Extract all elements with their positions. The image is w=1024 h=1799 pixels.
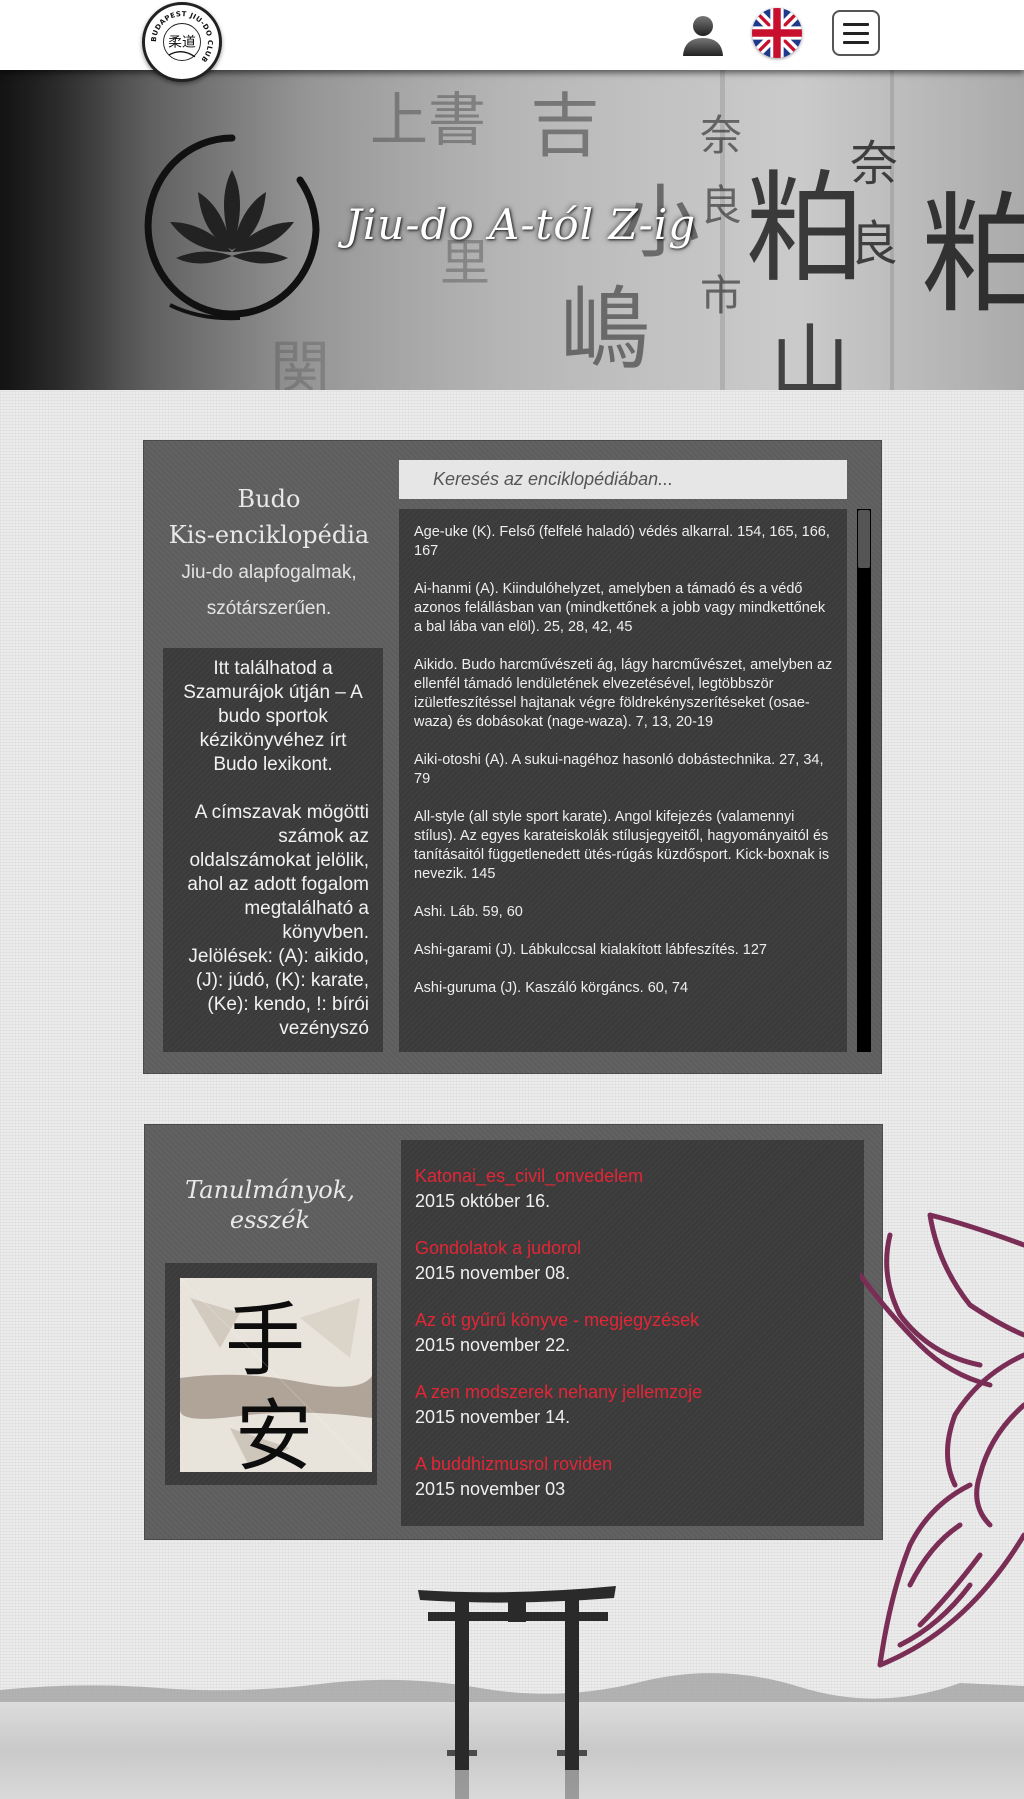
club-logo[interactable]: BUDAPEST JIU-DO CLUB 柔道 — [142, 2, 222, 82]
studies-title-line1: Tanulmányok, — [185, 1176, 355, 1204]
studies-list-item: Gondolatok a judorol 2015 november 08. — [415, 1236, 850, 1286]
encyclopedia-panel: Budo Kis-enciklopédia Jiu-do alapfogalma… — [143, 440, 882, 1074]
study-link[interactable]: A zen modszerek nehany jellemzoje — [415, 1380, 850, 1404]
study-date: 2015 november 08. — [415, 1263, 571, 1283]
encyclopedia-info-intro: Itt találhatod a Szamurájok útján – A bu… — [183, 658, 363, 775]
encyclopedia-entry: Age-uke (K). Felső (felfelé haladó) védé… — [414, 524, 830, 559]
studies-list-item: A zen modszerek nehany jellemzoje 2015 n… — [415, 1380, 850, 1430]
uk-flag-icon[interactable] — [752, 8, 802, 58]
encyclopedia-entry-list[interactable]: Age-uke (K). Felső (felfelé haladó) védé… — [399, 509, 847, 1052]
encyclopedia-title: Budo Kis-enciklopédia — [164, 481, 374, 553]
hamburger-menu-icon[interactable] — [832, 10, 880, 56]
encyclopedia-entry: Ai-hanmi (A). Kiindulóhelyzet, amelyben … — [414, 581, 826, 635]
studies-image-frame: 手 安 — [165, 1263, 377, 1485]
study-link[interactable]: A buddhizmusrol roviden — [415, 1452, 850, 1476]
study-date: 2015 október 16. — [415, 1191, 551, 1211]
encyclopedia-info-numbers: A címszavak mögötti számok az oldalszámo… — [187, 802, 369, 943]
hero-title: Jiu-do A-tól Z-ig — [345, 200, 697, 249]
svg-text:手: 手 — [225, 1294, 305, 1387]
user-icon[interactable] — [680, 12, 726, 58]
studies-title: Tanulmányok, esszék — [165, 1175, 375, 1235]
club-logo-emblem: BUDAPEST JIU-DO CLUB 柔道 — [150, 10, 214, 64]
study-date: 2015 november 03 — [415, 1479, 566, 1499]
hero-banner: 上書 吉 嶋 小 奈 良 市 粕 奈 良 粕 山 里 関 — [0, 70, 1024, 390]
studies-list-item: Katonai_es_civil_onvedelem 2015 október … — [415, 1164, 850, 1214]
encyclopedia-info-legend: Jelölések: (A): aikido, (J): júdó, (K): … — [188, 946, 369, 1039]
encyclopedia-subtitle: Jiu-do alapfogalmak, szótárszerűen. — [164, 555, 374, 627]
svg-text:安: 安 — [235, 1392, 313, 1472]
encyclopedia-entry: Aiki-otoshi (A). A sukui-nagéhoz hasonló… — [414, 752, 824, 787]
encyclopedia-search-input[interactable] — [399, 460, 847, 499]
encyclopedia-scrollbar[interactable] — [857, 509, 871, 1052]
encyclopedia-entry: Ashi. Láb. 59, 60 — [414, 904, 523, 920]
encyclopedia-entry: Ashi-garami (J). Lábkulccsal kialakított… — [414, 942, 767, 958]
encyclopedia-subtitle-line2: szótárszerűen. — [206, 598, 332, 619]
torii-gate-scene — [0, 1586, 1024, 1799]
top-bar: BUDAPEST JIU-DO CLUB 柔道 — [0, 0, 1024, 82]
encyclopedia-title-line1: Budo — [237, 485, 301, 513]
encyclopedia-title-line2: Kis-enciklopédia — [168, 521, 370, 549]
studies-list-item: A buddhizmusrol roviden 2015 november 03 — [415, 1452, 850, 1502]
lotus-circle-icon — [144, 134, 320, 321]
studies-list: Katonai_es_civil_onvedelem 2015 október … — [401, 1140, 864, 1526]
encyclopedia-info-box: Itt találhatod a Szamurájok útján – A bu… — [163, 648, 383, 1052]
study-link[interactable]: Katonai_es_civil_onvedelem — [415, 1164, 850, 1188]
studies-panel: Tanulmányok, esszék 手 安 Katonai_es_civil… — [144, 1124, 883, 1540]
study-link[interactable]: Gondolatok a judorol — [415, 1236, 850, 1260]
encyclopedia-entry: Aikido. Budo harcművészeti ág, lágy harc… — [414, 657, 833, 730]
study-link[interactable]: Az öt gyűrű könyve - megjegyzések — [415, 1308, 850, 1332]
study-date: 2015 november 22. — [415, 1335, 571, 1355]
encyclopedia-entry: Ashi-guruma (J). Kaszáló körgáncs. 60, 7… — [414, 980, 689, 996]
encyclopedia-subtitle-line1: Jiu-do alapfogalmak, — [181, 562, 357, 583]
study-date: 2015 november 14. — [415, 1407, 571, 1427]
scrollbar-thumb[interactable] — [858, 510, 870, 568]
studies-list-item: Az öt gyűrű könyve - megjegyzések 2015 n… — [415, 1308, 850, 1358]
encyclopedia-entry: All-style (all style sport karate). Ango… — [414, 809, 830, 882]
calligraphy-image: 手 安 — [180, 1278, 372, 1472]
studies-title-line2: esszék — [229, 1206, 311, 1234]
svg-text:柔道: 柔道 — [168, 35, 196, 51]
